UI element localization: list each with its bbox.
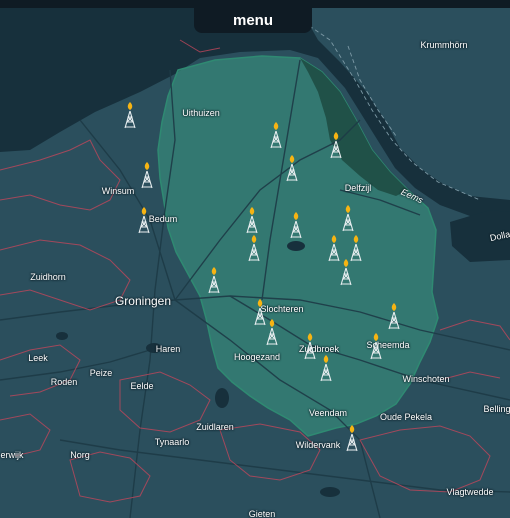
place-label-winschoten: Winschoten bbox=[402, 374, 450, 384]
place-label-bedum: Bedum bbox=[148, 214, 178, 224]
gas-tower-icon[interactable] bbox=[368, 332, 384, 360]
place-label-veendam: Veendam bbox=[308, 408, 348, 418]
place-label-delfzijl: Delfzijl bbox=[344, 183, 372, 193]
place-label-vlagtwedde: Vlagtwedde bbox=[446, 487, 494, 497]
place-label-oude-pekela: Oude Pekela bbox=[379, 412, 433, 422]
gas-tower-icon[interactable] bbox=[328, 131, 344, 159]
place-label-leek: Leek bbox=[28, 353, 48, 363]
gas-tower-icon[interactable] bbox=[338, 258, 354, 286]
map-view[interactable]: menu Krummhörn Uithuizen Winsum Delfzijl Eem… bbox=[0, 0, 510, 518]
gas-tower-icon[interactable] bbox=[302, 332, 318, 360]
place-label-zuidhorn: Zuidhorn bbox=[30, 272, 66, 282]
gas-tower-icon[interactable] bbox=[288, 211, 304, 239]
place-label-hoogezand: Hoogezand bbox=[233, 352, 281, 362]
place-label-winsum: Winsum bbox=[101, 186, 135, 196]
place-label-tynaarlo: Tynaarlo bbox=[154, 437, 190, 447]
place-label-peize: Peize bbox=[89, 368, 113, 378]
place-label-wildervank: Wildervank bbox=[295, 440, 341, 450]
place-label-gieten: Gieten bbox=[248, 509, 276, 518]
gas-tower-icon[interactable] bbox=[122, 101, 138, 129]
gas-tower-icon[interactable] bbox=[244, 206, 260, 234]
gas-tower-icon[interactable] bbox=[246, 234, 262, 262]
gas-tower-icon[interactable] bbox=[340, 204, 356, 232]
place-label-uithuizen: Uithuizen bbox=[182, 108, 220, 118]
gas-tower-icon[interactable] bbox=[206, 266, 222, 294]
gas-tower-icon[interactable] bbox=[386, 302, 402, 330]
place-label-groningen: Groningen bbox=[114, 294, 172, 308]
gas-tower-icon[interactable] bbox=[136, 206, 152, 234]
gas-tower-icon[interactable] bbox=[344, 424, 360, 452]
gas-tower-icon[interactable] bbox=[264, 318, 280, 346]
place-label-bellingwolde: Belling bbox=[483, 404, 510, 414]
gas-tower-icon[interactable] bbox=[284, 154, 300, 182]
place-label-eelde: Eelde bbox=[130, 381, 154, 391]
place-label-krummhorn: Krummhörn bbox=[420, 40, 468, 50]
gas-tower-icon[interactable] bbox=[139, 161, 155, 189]
place-label-erwijk: erwijk bbox=[0, 450, 24, 460]
place-label-norg: Norg bbox=[70, 450, 90, 460]
gas-tower-icon[interactable] bbox=[268, 121, 284, 149]
menu-button[interactable]: menu bbox=[194, 7, 312, 33]
place-label-haren: Haren bbox=[155, 344, 181, 354]
place-label-zuidlaren: Zuidlaren bbox=[196, 422, 234, 432]
gas-tower-icon[interactable] bbox=[318, 354, 334, 382]
place-label-roden: Roden bbox=[50, 377, 78, 387]
